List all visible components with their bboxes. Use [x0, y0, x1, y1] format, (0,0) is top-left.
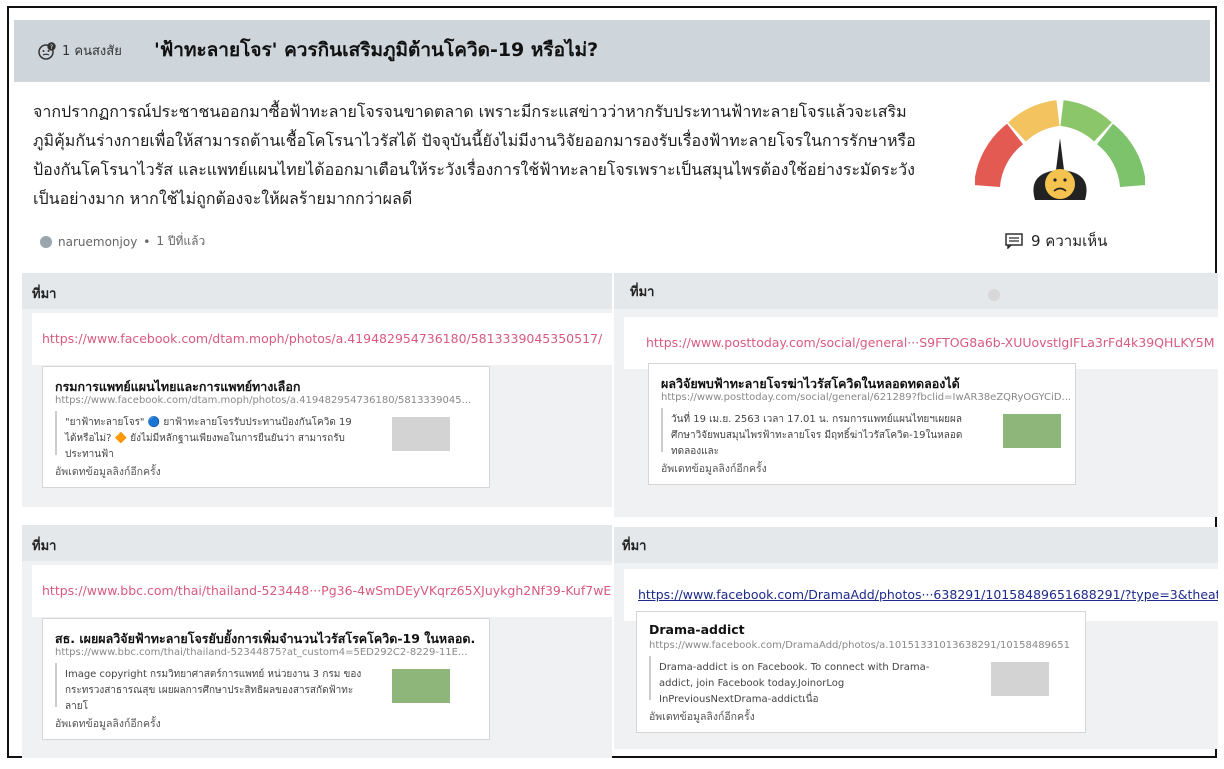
card-description: Image copyright กรมวิทยาศาสตร์การแพทย์ ห… [65, 669, 362, 712]
source-url-row: https://www.facebook.com/dtam.moph/photo… [32, 313, 612, 365]
sad-face-gauge-icon [975, 100, 1145, 200]
update-link[interactable]: อัพเดทข้อมูลลิงก์อีกครั้ง [649, 708, 755, 725]
card-url: https://www.facebook.com/dtam.moph/photo… [55, 395, 472, 406]
link-preview-card[interactable]: ผลวิจัยพบฟ้าทะลายโจรฆ่าไวรัสโควิดในหลอดท… [648, 363, 1076, 485]
source-label: ที่มา [622, 539, 647, 554]
card-description-box: Image copyright กรมวิทยาศาสตร์การแพทย์ ห… [55, 663, 469, 712]
card-title[interactable]: กรมการแพทย์แผนไทยและการแพทย์ทางเลือก [55, 377, 475, 397]
source-panel-2: ที่มา https://www.posttoday.com/social/g… [614, 273, 1218, 517]
source-url-row: https://www.posttoday.com/social/general… [624, 317, 1218, 369]
source-url[interactable]: https://www.bbc.com/thai/thailand-523448… [42, 583, 611, 598]
question-header: ? 1 คนสงสัย 'ฟ้าทะลายโจร' ควรกินเสริมภูม… [14, 20, 1210, 82]
svg-text:?: ? [50, 44, 53, 51]
comment-icon [1005, 233, 1023, 249]
card-url: https://www.bbc.com/thai/thailand-523448… [55, 647, 468, 658]
loading-dot [988, 289, 1000, 301]
card-description-box: "ยาฟ้าทะลายโจร" 🔵 ยาฟ้าทะลายโจรรับประทาน… [55, 411, 469, 460]
question-description: จากปรากฏการณ์ประชาชนออกมาซื้อฟ้าทะลายโจร… [33, 102, 916, 208]
card-description-box: วันที่ 19 เม.ย. 2563 เวลา 17.01 น. กรมกา… [661, 408, 1075, 457]
update-link[interactable]: อัพเดทข้อมูลลิงก์อีกครั้ง [661, 460, 767, 477]
source-header [614, 527, 1218, 563]
source-url[interactable]: https://www.facebook.com/dtam.moph/photo… [42, 331, 602, 346]
source-url[interactable]: https://www.posttoday.com/social/general… [646, 335, 1215, 350]
source-url[interactable]: https://www.facebook.com/DramaAdd/photos… [638, 587, 1218, 602]
author-meta: naruemonjoy • 1 ปีที่แล้ว [40, 232, 205, 251]
card-url: https://www.posttoday.com/social/general… [661, 392, 1072, 403]
comments-button[interactable]: 9 ความเห็น [1005, 229, 1107, 253]
card-thumbnail [392, 417, 450, 451]
source-url-row: https://www.bbc.com/thai/thailand-523448… [32, 565, 612, 617]
link-preview-card[interactable]: Drama-addict https://www.facebook.com/Dr… [636, 611, 1086, 733]
update-link[interactable]: อัพเดทข้อมูลลิงก์อีกครั้ง [55, 463, 161, 480]
source-header [22, 525, 612, 561]
source-panel-1: ที่มา https://www.facebook.com/dtam.moph… [22, 273, 612, 507]
card-title[interactable]: ผลวิจัยพบฟ้าทะลายโจรฆ่าไวรัสโควิดในหลอดท… [661, 374, 1081, 394]
page-title: 'ฟ้าทะลายโจร' ควรกินเสริมภูมิต้านโควิด-1… [154, 39, 599, 61]
asker-count: 1 คนสงสัย [62, 44, 122, 59]
source-header [614, 273, 1218, 309]
source-label: ที่มา [32, 539, 57, 554]
post-time: 1 ปีที่แล้ว [156, 234, 206, 248]
source-label: ที่มา [630, 285, 655, 300]
link-preview-card[interactable]: สธ. เผยผลวิจัยฟ้าทะลายโจรยับยั้งการเพิ่ม… [42, 618, 490, 740]
card-description: Drama-addict is on Facebook. To connect … [659, 662, 930, 705]
source-panel-4: ที่มา https://www.facebook.com/DramaAdd/… [614, 527, 1218, 749]
card-title[interactable]: Drama-addict [649, 622, 1069, 637]
link-preview-card[interactable]: กรมการแพทย์แผนไทยและการแพทย์ทางเลือก htt… [42, 366, 490, 488]
card-thumbnail [991, 662, 1049, 696]
update-link[interactable]: อัพเดทข้อมูลลิงก์อีกครั้ง [55, 715, 161, 732]
author-name[interactable]: naruemonjoy [58, 235, 137, 249]
card-description-box: Drama-addict is on Facebook. To connect … [649, 656, 1063, 705]
source-header [22, 273, 612, 309]
card-title[interactable]: สธ. เผยผลวิจัยฟ้าทะลายโจรยับยั้งการเพิ่ม… [55, 629, 475, 649]
meta-separator: • [143, 234, 151, 249]
card-url: https://www.facebook.com/DramaAdd/photos… [649, 640, 1069, 651]
card-description: วันที่ 19 เม.ย. 2563 เวลา 17.01 น. กรมกา… [671, 414, 963, 457]
card-thumbnail [392, 669, 450, 703]
card-description: "ยาฟ้าทะลายโจร" 🔵 ยาฟ้าทะลายโจรรับประทาน… [65, 417, 352, 460]
question-face-icon: ? [38, 42, 56, 60]
card-thumbnail [1003, 414, 1061, 448]
avatar[interactable] [40, 235, 52, 248]
comments-count: 9 ความเห็น [1031, 232, 1108, 250]
source-label: ที่มา [32, 287, 57, 302]
source-panel-3: ที่มา https://www.bbc.com/thai/thailand-… [22, 525, 612, 758]
